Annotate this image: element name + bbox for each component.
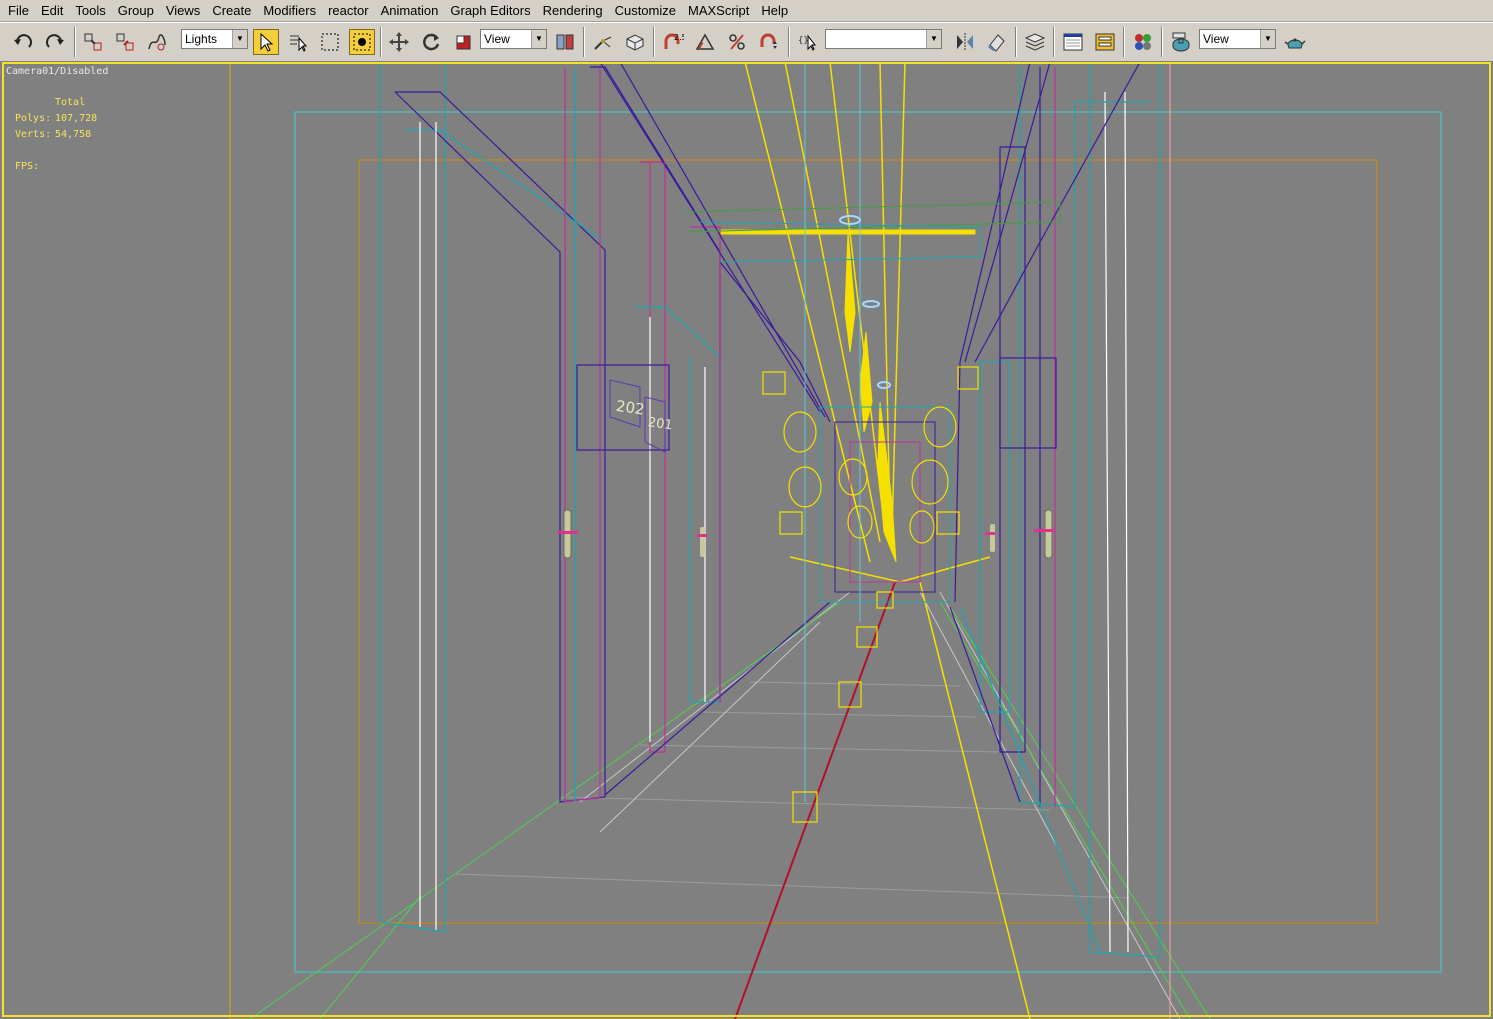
app-window: File Edit Tools Group Views Create Modif…: [0, 0, 1493, 1019]
reference-coordinate-value: View: [484, 32, 510, 46]
verts-value: 54,758: [55, 129, 92, 140]
menu-edit[interactable]: Edit: [35, 0, 69, 22]
menu-tools[interactable]: Tools: [69, 0, 111, 22]
menu-customize[interactable]: Customize: [609, 0, 682, 22]
wireframe-corridor-scene: 202 201: [229, 62, 1442, 1019]
left-wall-wireframe: [379, 62, 831, 933]
safe-frame-title: [358, 159, 1378, 924]
viewport-label-menu[interactable]: Camera01/Disabled: [6, 66, 108, 77]
quick-render-teapot-icon[interactable]: [1282, 29, 1308, 55]
menu-rendering[interactable]: Rendering: [537, 0, 609, 22]
menu-animation[interactable]: Animation: [375, 0, 445, 22]
bind-to-space-warp-icon[interactable]: [144, 29, 170, 55]
selection-filter-value: Lights: [185, 32, 218, 46]
render-type-value: View: [1203, 32, 1229, 46]
safe-frame-action: [294, 111, 1442, 973]
named-selection-sets-dropdown[interactable]: ▼: [825, 29, 942, 49]
chevron-down-icon: ▼: [1260, 30, 1275, 48]
select-object-icon[interactable]: [253, 29, 279, 55]
keyboard-shortcut-override-icon[interactable]: [622, 29, 648, 55]
menu-modifiers[interactable]: Modifiers: [257, 0, 322, 22]
polys-label: Polys:: [15, 113, 52, 124]
align-icon[interactable]: [984, 29, 1010, 55]
curve-editor-icon[interactable]: [1060, 29, 1086, 55]
render-scene-dialog-icon[interactable]: [1168, 29, 1194, 55]
menu-create[interactable]: Create: [206, 0, 257, 22]
menu-help[interactable]: Help: [755, 0, 794, 22]
angle-snap-icon[interactable]: [692, 29, 718, 55]
select-and-rotate-icon[interactable]: [418, 29, 444, 55]
floor-lines: [454, 681, 1131, 899]
reference-coordinate-dropdown[interactable]: View ▼: [480, 29, 547, 49]
green-guide-lines: [249, 601, 1211, 1019]
chevron-down-icon: ▼: [926, 30, 941, 48]
door-number-plates: 202 201: [609, 379, 674, 453]
spinner-snap-icon[interactable]: [756, 29, 782, 55]
select-and-scale-icon[interactable]: [450, 29, 476, 55]
undo-icon[interactable]: [10, 29, 36, 55]
window-crossing-icon[interactable]: [349, 29, 375, 55]
use-pivot-center-icon[interactable]: [552, 29, 578, 55]
select-by-name-icon[interactable]: [285, 29, 311, 55]
select-and-manipulate-icon[interactable]: [590, 29, 616, 55]
percent-snap-icon[interactable]: [724, 29, 750, 55]
chevron-down-icon: ▼: [232, 30, 247, 48]
menu-maxscript[interactable]: MAXScript: [682, 0, 755, 22]
main-toolbar: Lights ▼ View ▼ 2. {} ▼ View ▼: [0, 22, 1493, 62]
redo-icon[interactable]: [42, 29, 68, 55]
select-and-move-icon[interactable]: [386, 29, 412, 55]
light-fixtures: [762, 366, 979, 823]
mirror-icon[interactable]: [952, 29, 978, 55]
chevron-down-icon: ▼: [531, 30, 546, 48]
menu-reactor[interactable]: reactor: [322, 0, 374, 22]
render-type-dropdown[interactable]: View ▼: [1199, 29, 1276, 49]
menu-graph-editors[interactable]: Graph Editors: [444, 0, 536, 22]
rectangular-selection-icon[interactable]: [317, 29, 343, 55]
camera-viewport[interactable]: 202 201 Camera01/Disabled Total Polys: 1…: [0, 62, 1493, 1019]
door-number-202: 202: [615, 397, 646, 419]
selection-filter-dropdown[interactable]: Lights ▼: [181, 29, 248, 49]
unlink-selection-icon[interactable]: [112, 29, 138, 55]
select-and-link-icon[interactable]: [80, 29, 106, 55]
polys-value: 107,728: [55, 113, 98, 124]
menu-bar: File Edit Tools Group Views Create Modif…: [0, 0, 1493, 22]
svg-text:2.5: 2.5: [674, 33, 684, 42]
door-number-201: 201: [647, 415, 674, 433]
stats-header: Total: [55, 97, 86, 108]
verts-label: Verts:: [15, 129, 52, 140]
menu-views[interactable]: Views: [160, 0, 206, 22]
menu-group[interactable]: Group: [112, 0, 160, 22]
edit-named-selection-icon[interactable]: {}: [794, 29, 820, 55]
material-editor-icon[interactable]: [1130, 29, 1156, 55]
snaps-toggle-icon[interactable]: 2.5: [660, 29, 686, 55]
layer-manager-icon[interactable]: [1022, 29, 1048, 55]
schematic-view-icon[interactable]: [1092, 29, 1118, 55]
menu-file[interactable]: File: [2, 0, 35, 22]
svg-text:{}: {}: [798, 36, 809, 46]
fps-label: FPS:: [15, 161, 40, 172]
